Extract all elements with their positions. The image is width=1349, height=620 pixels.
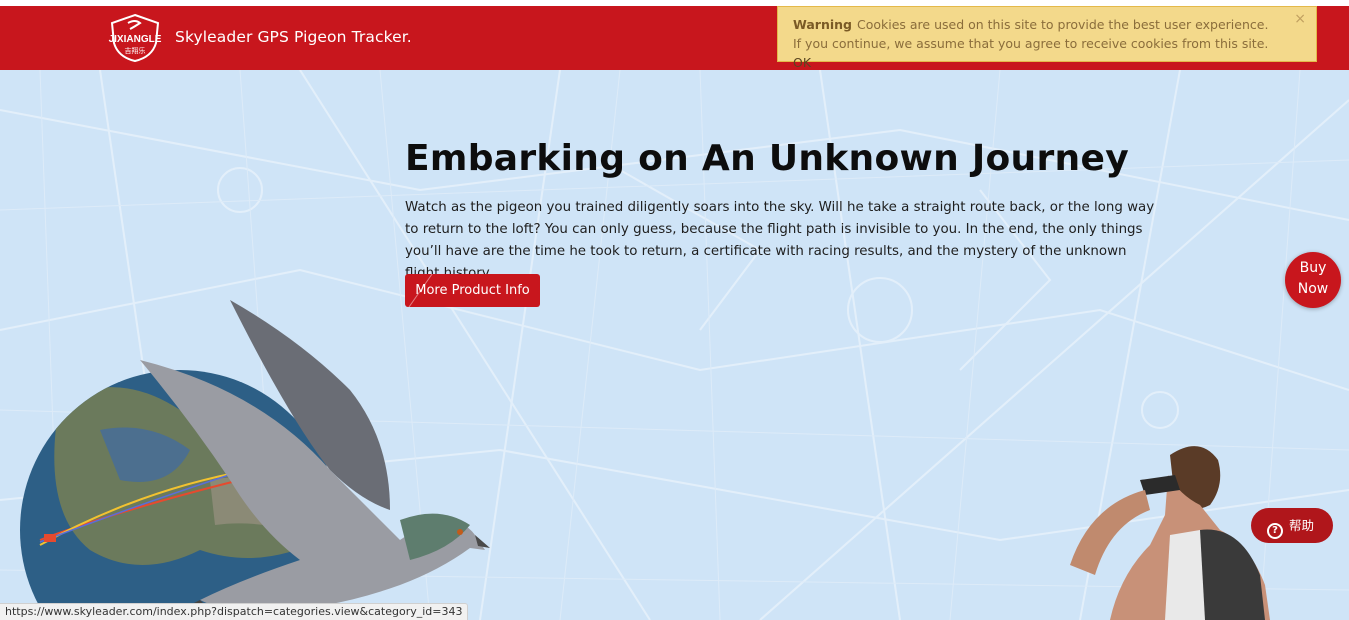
cookie-message: Cookies are used on this site to provide… [793,17,1269,51]
hero-title: Embarking on An Unknown Journey [405,138,1129,179]
warning-label: Warning [793,17,852,32]
svg-text:JIXIANGLE: JIXIANGLE [109,34,162,45]
brand-title[interactable]: Skyleader GPS Pigeon Tracker. [175,28,412,46]
buy-now-button[interactable]: Buy Now [1285,252,1341,308]
close-icon[interactable]: × [1294,10,1306,29]
svg-text:吉翔乐: 吉翔乐 [125,46,146,55]
cookie-ok-link[interactable]: OK [793,55,811,70]
buy-now-line2: Now [1297,281,1329,297]
help-icon: ? [1267,523,1283,539]
hiker-with-binoculars-image [1070,446,1270,620]
status-bar-url: https://www.skyleader.com/index.php?disp… [0,603,469,620]
jixiangle-logo[interactable]: JIXIANGLE 吉翔乐 [108,13,162,63]
pigeon-map-illustration [20,300,490,620]
hero-section: Embarking on An Unknown Journey Watch as… [0,70,1349,620]
help-button[interactable]: ? 帮助 [1251,508,1333,543]
help-label: 帮助 [1289,518,1315,533]
buy-now-line1: Buy [1299,260,1327,276]
hero-description: Watch as the pigeon you trained diligent… [405,200,1155,281]
cookie-warning: Warning Cookies are used on this site to … [777,6,1317,70]
more-product-info-button[interactable]: More Product Info [405,274,540,307]
button-label: More Product Info [415,283,530,298]
